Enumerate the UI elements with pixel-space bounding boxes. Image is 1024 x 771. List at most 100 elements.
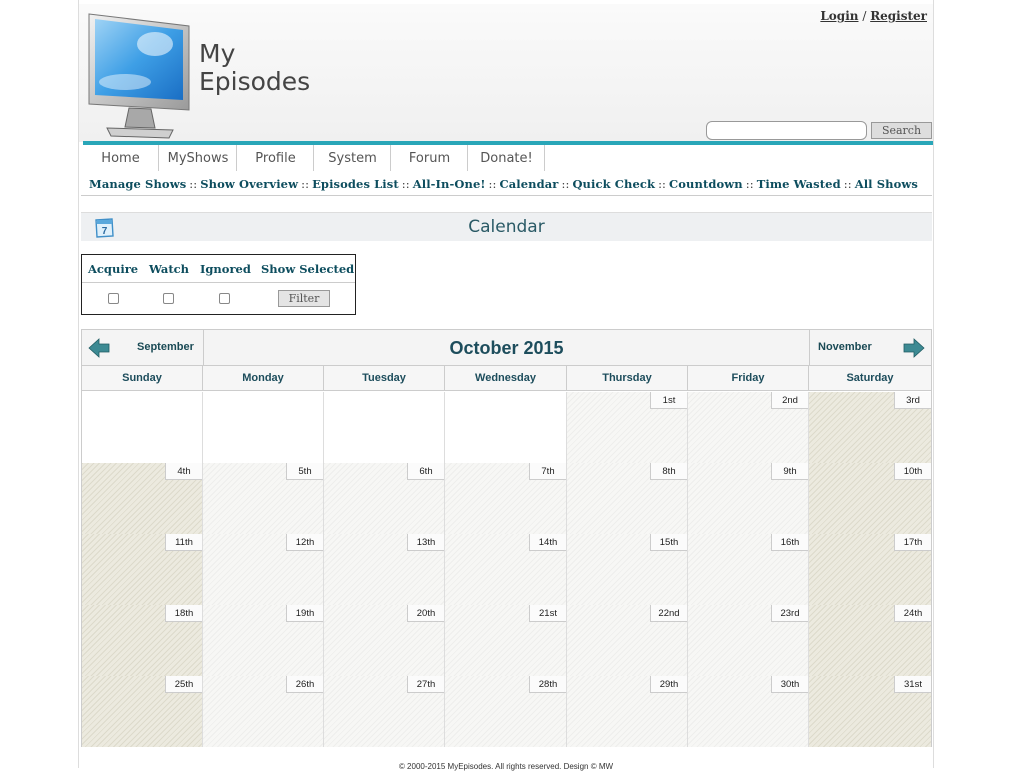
login-area: Login / Register	[820, 9, 927, 23]
filter-header-watch: Watch	[149, 262, 190, 276]
day-cell[interactable]: 19th	[203, 605, 324, 676]
watch-checkbox[interactable]	[163, 293, 174, 304]
subnav-separator: ::	[745, 177, 754, 191]
acquire-checkbox[interactable]	[108, 293, 119, 304]
logo-text[interactable]: My Episodes	[199, 40, 310, 96]
empty-day-cell	[82, 392, 203, 463]
search-button[interactable]: Search	[871, 122, 932, 139]
day-cell[interactable]: 3rd	[809, 392, 931, 463]
filter-button[interactable]: Filter	[278, 290, 330, 307]
filter-header-ignored: Ignored	[200, 262, 251, 276]
calendar-grid: 1st 2nd 3rd 4th 5th 6th 7th 8th 9th 10th 11th 12th 1…	[82, 392, 931, 747]
day-cell[interactable]: 2nd	[688, 392, 809, 463]
nav-tab-home[interactable]: Home	[83, 145, 159, 171]
day-cell[interactable]: 27th	[324, 676, 445, 747]
day-cell[interactable]: 17th	[809, 534, 931, 605]
subnav-manage-shows[interactable]: Manage Shows	[89, 177, 186, 191]
nav-tab-myshows[interactable]: MyShows	[159, 145, 237, 171]
day-cell[interactable]: 7th	[445, 463, 567, 534]
day-number: 29th	[650, 676, 687, 693]
prev-month-link[interactable]: September	[137, 341, 194, 353]
weekday-saturday: Saturday	[846, 372, 894, 384]
day-number: 21st	[529, 605, 566, 622]
day-cell[interactable]: 11th	[82, 534, 203, 605]
day-cell[interactable]: 29th	[567, 676, 688, 747]
day-number: 13th	[407, 534, 444, 551]
subnav-separator: ::	[301, 177, 310, 191]
calendar: September October 2015 November Sunday Mo…	[81, 329, 932, 747]
day-number: 31st	[894, 676, 931, 693]
arrow-right-icon[interactable]	[902, 336, 926, 360]
sub-nav: Manage Shows:: Show Overview:: Episodes Li…	[89, 177, 918, 191]
nav-tab-profile[interactable]: Profile	[237, 145, 314, 171]
day-cell[interactable]: 28th	[445, 676, 567, 747]
subnav-all-in-one[interactable]: All-In-One!	[413, 177, 486, 191]
filter-divider	[82, 282, 355, 283]
day-cell[interactable]: 6th	[324, 463, 445, 534]
day-cell[interactable]: 14th	[445, 534, 567, 605]
nav-tab-system[interactable]: System	[314, 145, 391, 171]
day-number: 18th	[165, 605, 202, 622]
subnav-time-wasted[interactable]: Time Wasted	[757, 177, 841, 191]
subnav-countdown[interactable]: Countdown	[669, 177, 743, 191]
next-month-cell[interactable]: November	[809, 330, 931, 366]
day-cell[interactable]: 10th	[809, 463, 931, 534]
empty-day-cell	[203, 392, 324, 463]
ignored-checkbox[interactable]	[219, 293, 230, 304]
weekday-tuesday: Tuesday	[324, 366, 445, 391]
weekday-friday: Friday	[688, 366, 809, 391]
day-cell[interactable]: 26th	[203, 676, 324, 747]
day-cell[interactable]: 8th	[567, 463, 688, 534]
weekday-wednesday: Wednesday	[445, 366, 567, 391]
day-cell[interactable]: 20th	[324, 605, 445, 676]
day-cell[interactable]: 25th	[82, 676, 203, 747]
day-cell[interactable]: 30th	[688, 676, 809, 747]
day-cell[interactable]: 13th	[324, 534, 445, 605]
login-link[interactable]: Login	[820, 9, 858, 23]
day-cell[interactable]: 5th	[203, 463, 324, 534]
day-cell[interactable]: 21st	[445, 605, 567, 676]
logo-monitor-icon[interactable]	[85, 12, 193, 140]
main-nav: Home MyShows Profile System Forum Donate…	[83, 145, 545, 171]
day-number: 26th	[286, 676, 323, 693]
subnav-divider	[81, 195, 932, 196]
day-cell[interactable]: 31st	[809, 676, 931, 747]
subnav-all-shows[interactable]: All Shows	[855, 177, 918, 191]
search-input[interactable]	[706, 121, 867, 140]
day-cell[interactable]: 23rd	[688, 605, 809, 676]
day-cell[interactable]: 24th	[809, 605, 931, 676]
arrow-left-icon[interactable]	[87, 336, 111, 360]
nav-tab-donate[interactable]: Donate!	[468, 145, 545, 171]
nav-tab-forum[interactable]: Forum	[391, 145, 468, 171]
day-cell[interactable]: 18th	[82, 605, 203, 676]
day-cell[interactable]: 12th	[203, 534, 324, 605]
day-number: 2nd	[771, 392, 808, 409]
filter-header-acquire: Acquire	[88, 262, 139, 276]
day-cell[interactable]: 1st	[567, 392, 688, 463]
day-number: 9th	[771, 463, 808, 480]
weekday-header-row: Sunday Monday Tuesday Wednesday Thursday Frid…	[82, 366, 931, 391]
subnav-calendar[interactable]: Calendar	[499, 177, 558, 191]
day-cell[interactable]: 16th	[688, 534, 809, 605]
subnav-separator: ::	[843, 177, 852, 191]
day-cell[interactable]: 4th	[82, 463, 203, 534]
weekday-monday: Monday	[203, 366, 324, 391]
day-number: 20th	[407, 605, 444, 622]
logo-line-my: My	[199, 39, 236, 68]
day-cell[interactable]: 15th	[567, 534, 688, 605]
subnav-separator: ::	[401, 177, 410, 191]
day-number: 5th	[286, 463, 323, 480]
subnav-separator: ::	[189, 177, 198, 191]
next-month-link[interactable]: November	[818, 341, 872, 353]
day-number: 17th	[894, 534, 931, 551]
day-number: 24th	[894, 605, 931, 622]
subnav-quick-check[interactable]: Quick Check	[572, 177, 655, 191]
day-cell[interactable]: 22nd	[567, 605, 688, 676]
prev-month-cell[interactable]: September	[82, 330, 204, 366]
page-title: Calendar	[468, 217, 545, 237]
day-cell[interactable]: 9th	[688, 463, 809, 534]
subnav-show-overview[interactable]: Show Overview	[200, 177, 298, 191]
subnav-episodes-list[interactable]: Episodes List	[312, 177, 399, 191]
day-number: 7th	[529, 463, 566, 480]
register-link[interactable]: Register	[870, 9, 927, 23]
